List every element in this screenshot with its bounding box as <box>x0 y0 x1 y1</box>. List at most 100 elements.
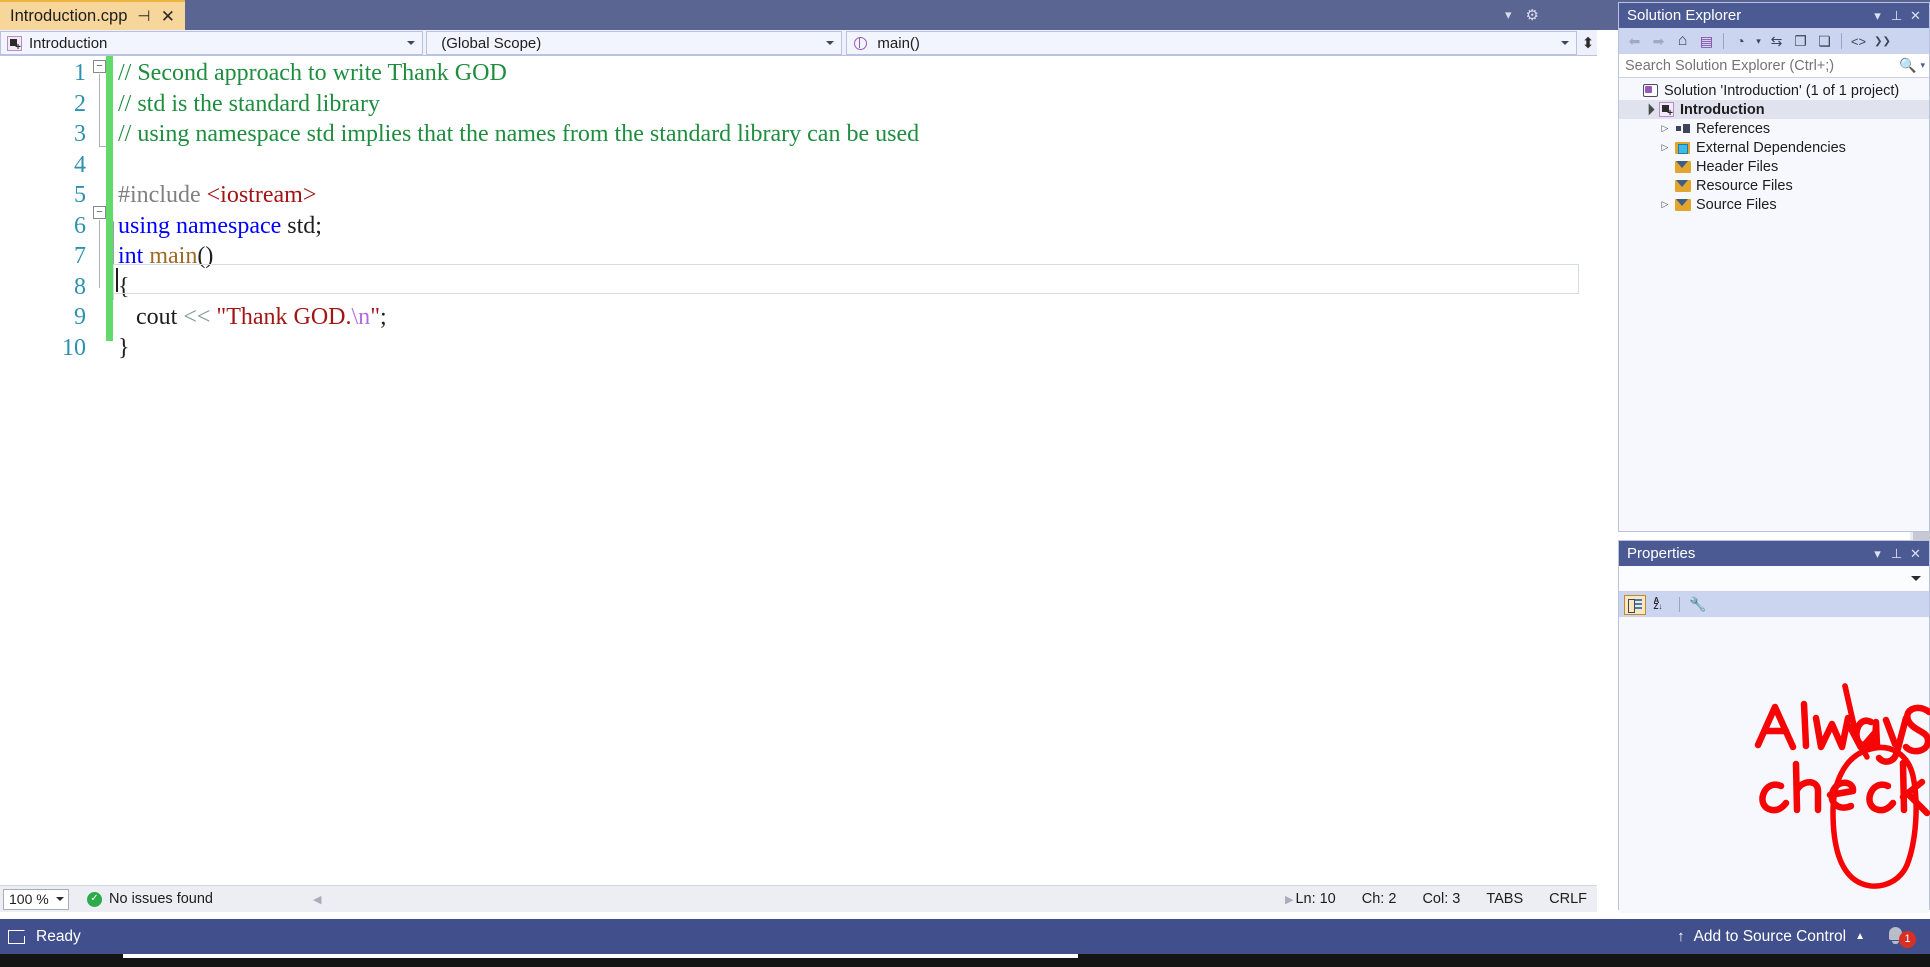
ready-flag-icon <box>8 929 25 944</box>
code-token-kw: using namespace <box>118 212 288 239</box>
pending-changes-filter-icon[interactable]: ◔ <box>1730 31 1751 52</box>
code-token-pp: #include <box>118 182 207 208</box>
code-line[interactable]: // Second approach to write Thank GOD <box>118 58 507 89</box>
expand-chevron-icon[interactable]: ▷ <box>1657 199 1673 210</box>
upload-arrow-icon[interactable]: ↑ <box>1677 928 1685 945</box>
code-editor[interactable]: 1 // Second approach to write Thank GOD 2 /… <box>0 56 1597 885</box>
zoom-level-selector[interactable]: 100 % <box>3 888 69 910</box>
expand-chevron-icon[interactable]: ▷ <box>1657 142 1673 153</box>
line-number: 6 <box>74 212 86 239</box>
editor-tab-introduction-cpp[interactable]: Introduction.cpp ⊣ ✕ <box>0 0 186 30</box>
pin-icon[interactable]: ⊥ <box>1887 8 1906 24</box>
line-number: 9 <box>74 304 86 330</box>
notifications-button[interactable]: 1 <box>1886 924 1916 950</box>
panel-title-label: Solution Explorer <box>1627 7 1742 24</box>
search-icon[interactable]: 🔍 <box>1899 57 1916 74</box>
status-left-group: Ready <box>0 928 81 946</box>
code-token-blk: ; <box>379 304 387 330</box>
tree-item-header-files[interactable]: Header Files <box>1619 157 1929 176</box>
view-code-icon[interactable]: <> <box>1848 31 1869 52</box>
text-caret <box>116 268 118 292</box>
code-token-cmt: // Second approach to write Thank GOD <box>118 60 507 86</box>
line-number: 8 <box>74 273 86 300</box>
member-selector-value: main() <box>877 34 920 52</box>
chevron-up-icon[interactable]: ▲ <box>1855 931 1865 942</box>
project-icon <box>1657 102 1676 119</box>
tree-item-label: Solution 'Introduction' (1 of 1 project) <box>1664 82 1900 99</box>
code-line[interactable]: // using namespace std implies that the … <box>118 119 919 150</box>
refresh-icon[interactable]: ⇆ <box>1766 31 1787 52</box>
tree-item-references[interactable]: ▷ References <box>1619 119 1929 138</box>
dropdown-icon[interactable]: ▾ <box>1868 546 1887 562</box>
scroll-right-icon[interactable]: ▶ <box>1285 893 1293 906</box>
tree-item-resource-files[interactable]: Resource Files <box>1619 176 1929 195</box>
solution-icon <box>1641 84 1660 97</box>
chevron-down-icon[interactable]: ▾ <box>1920 60 1925 71</box>
home-icon[interactable]: ⌂ <box>1672 31 1693 52</box>
close-icon[interactable]: ✕ <box>1906 8 1925 24</box>
sync-with-active-document-icon[interactable]: ▤ <box>1696 31 1717 52</box>
ide-status-bar: Ready ↑ Add to Source Control ▲ 1 <box>0 919 1930 954</box>
project-selector[interactable]: Introduction <box>0 31 424 55</box>
property-pages-button[interactable]: 🔧 <box>1687 595 1709 615</box>
filter-dropdown-icon[interactable]: ▾ <box>1754 31 1763 52</box>
tree-item-source-files[interactable]: ▷ Source Files <box>1619 195 1929 214</box>
line-number: 10 <box>62 334 86 361</box>
tree-item-external-dependencies[interactable]: ▷ External Dependencies <box>1619 138 1929 157</box>
pin-icon[interactable]: ⊣ <box>136 9 151 24</box>
forward-icon[interactable]: ➡ <box>1648 31 1669 52</box>
dropdown-icon[interactable]: ▾ <box>1868 8 1887 24</box>
scroll-left-icon[interactable]: ◀ <box>313 893 321 906</box>
code-token-str: "Thank GOD. <box>216 304 352 330</box>
properties-object-selector[interactable] <box>1619 566 1929 592</box>
chevron-down-icon <box>826 41 835 45</box>
line-number: 5 <box>74 182 86 208</box>
tree-item-label: References <box>1696 120 1771 137</box>
code-line[interactable]: #include <iostream> <box>118 180 316 211</box>
code-line[interactable]: using namespace std; <box>118 211 322 242</box>
line-number: 4 <box>74 151 86 178</box>
tree-item-label: External Dependencies <box>1696 139 1846 156</box>
code-line[interactable]: // std is the standard library <box>118 89 380 120</box>
fold-toggle-line-1[interactable]: − <box>93 60 106 73</box>
split-view-icon[interactable]: ⬍ <box>1579 31 1597 55</box>
chevron-down-icon[interactable] <box>1911 576 1921 581</box>
add-to-source-control-button[interactable]: Add to Source Control <box>1694 928 1847 946</box>
properties-grid[interactable] <box>1619 617 1929 913</box>
close-icon[interactable]: ✕ <box>1906 546 1925 562</box>
categorized-sort-button[interactable] <box>1624 594 1646 615</box>
properties-toolbar: A Z↓ 🔧 <box>1619 592 1929 617</box>
scope-selector[interactable]: (Global Scope) <box>426 31 843 55</box>
fold-toggle-line-7[interactable]: − <box>93 206 106 219</box>
issues-indicator[interactable]: ✓ No issues found <box>87 891 213 907</box>
project-selector-value: Introduction <box>29 34 108 52</box>
code-token-inc: <iostream> <box>206 182 317 208</box>
tree-item-solution-introduction-1-of-1-project[interactable]: Solution 'Introduction' (1 of 1 project) <box>1619 81 1929 100</box>
pin-icon[interactable]: ⊥ <box>1887 546 1906 562</box>
alphabetical-sort-button[interactable]: A Z↓ <box>1650 595 1672 615</box>
tree-item-introduction[interactable]: ◢ Introduction <box>1619 100 1929 119</box>
code-line[interactable]: } <box>118 333 130 364</box>
collapse-chevron-icon[interactable]: ◢ <box>1639 100 1658 119</box>
close-icon[interactable]: ✕ <box>160 8 175 25</box>
references-icon <box>1673 124 1692 133</box>
desktop-taskbar-strip <box>0 954 1930 967</box>
chevron-down-icon[interactable]: ▾ <box>1505 7 1512 23</box>
code-token-typ: std; <box>287 212 322 239</box>
code-token-esc: \n <box>351 304 371 330</box>
navigation-bar: Introduction (Global Scope) main() ⬍ <box>0 30 1597 56</box>
solution-explorer-search[interactable]: 🔍 ▾ <box>1619 54 1929 78</box>
issues-label: No issues found <box>109 891 213 907</box>
search-input[interactable] <box>1625 57 1900 74</box>
expand-chevron-icon[interactable]: ▷ <box>1657 123 1673 134</box>
collapse-all-icon[interactable]: ❐ <box>1790 31 1811 52</box>
gear-icon[interactable]: ⚙ <box>1526 6 1539 24</box>
back-icon[interactable]: ⬅ <box>1624 31 1645 52</box>
method-icon <box>853 36 868 50</box>
toolbar-separator <box>1679 597 1680 612</box>
member-selector[interactable]: main() <box>846 31 1578 55</box>
code-token-cmt: // using namespace std implies that the … <box>118 121 920 147</box>
show-all-files-icon[interactable]: ❏ <box>1814 31 1835 52</box>
code-line[interactable]: cout << "Thank GOD.\n"; <box>118 302 387 333</box>
overflow-icon[interactable]: ❯❯ <box>1872 31 1893 52</box>
